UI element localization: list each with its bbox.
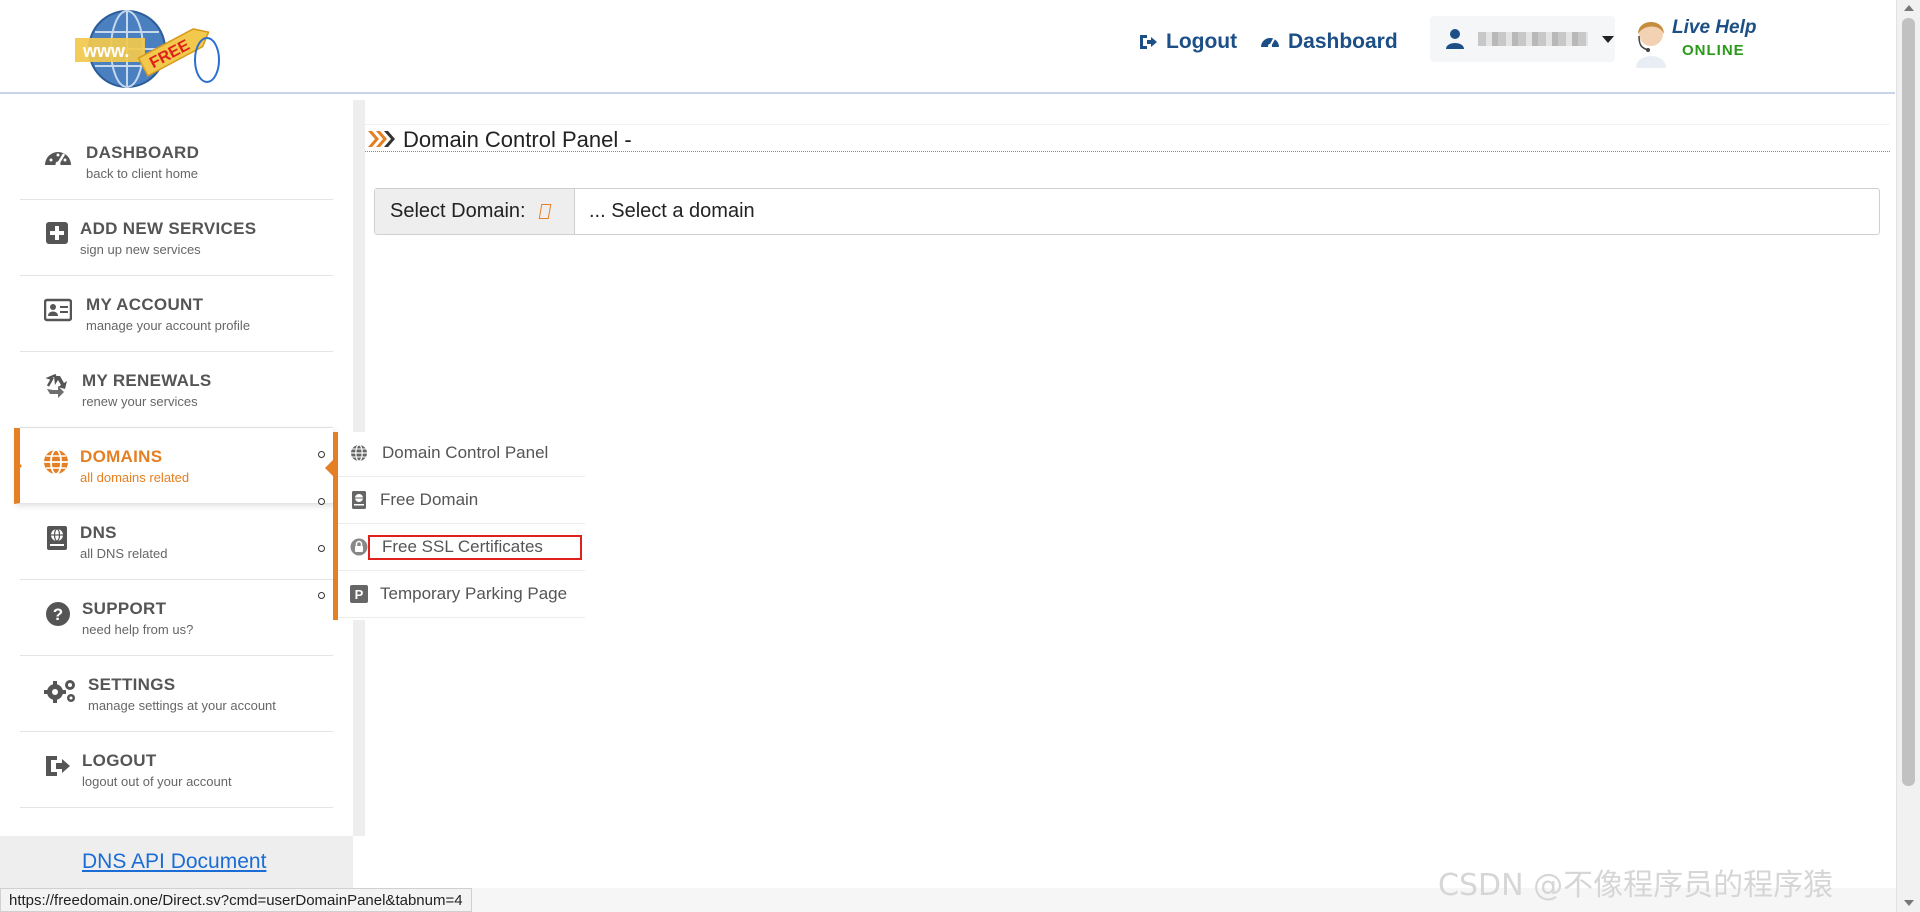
- dns-api-document-link[interactable]: DNS API Document: [82, 850, 266, 874]
- dashboard-label: Dashboard: [1288, 30, 1398, 53]
- scroll-down-arrow-icon[interactable]: [1904, 900, 1914, 906]
- watermark-text: CSDN @不像程序员的程序猿: [1438, 868, 1834, 903]
- user-name-redacted: [1478, 32, 1588, 46]
- flyout-item-label: Domain Control Panel: [382, 443, 549, 462]
- top-header: www. FREE Logout Dashboard Live Help ONL…: [0, 0, 1895, 94]
- page-title: Domain Control Panel -: [403, 127, 632, 152]
- dashboard-gauge-icon: [45, 152, 71, 167]
- sidebar-item-add-new-services[interactable]: ADD NEW SERVICES sign up new services: [20, 200, 333, 276]
- scroll-up-arrow-icon[interactable]: [1904, 5, 1914, 11]
- flyout-item-temporary-parking-page[interactable]: P Temporary Parking Page: [338, 571, 585, 618]
- gears-icon: [44, 680, 75, 703]
- chevron-down-icon: [1602, 35, 1614, 43]
- live-help-status: ONLINE: [1682, 42, 1745, 59]
- double-chevron-right-icon: [368, 131, 395, 147]
- logout-link[interactable]: Logout: [1138, 27, 1237, 57]
- globe-icon: [44, 449, 68, 475]
- tag-icon: [538, 204, 551, 219]
- sidebar-item-dns[interactable]: DNS all DNS related: [20, 504, 333, 580]
- select-domain-label-text: Select Domain:: [390, 200, 526, 222]
- domain-selector: Select Domain: ... Select a domain: [374, 188, 1880, 235]
- flyout-item-free-domain[interactable]: Free Domain: [338, 477, 585, 524]
- flyout-item-label: Free Domain: [380, 490, 479, 509]
- sidebar-item-title: ADD NEW SERVICES: [80, 219, 257, 238]
- dns-book-icon: [352, 491, 366, 509]
- logo-www-text: www.: [82, 41, 129, 61]
- logout-label: Logout: [1166, 30, 1238, 53]
- sidebar-item-subtitle: back to client home: [86, 166, 199, 181]
- sidebar-item-title: DNS: [80, 523, 117, 542]
- bullet-icon: [318, 451, 325, 458]
- sign-out-icon: [46, 756, 70, 776]
- dns-book-icon: [47, 526, 67, 550]
- sidebar-item-subtitle: need help from us?: [82, 622, 194, 637]
- sidebar-item-subtitle: manage your account profile: [86, 318, 251, 333]
- bullet-icon: [318, 545, 325, 552]
- live-help-title: Live Help: [1672, 17, 1757, 38]
- svg-text:P: P: [355, 587, 364, 602]
- sidebar-item-my-account[interactable]: MY ACCOUNT manage your account profile: [20, 276, 333, 352]
- sidebar-item-subtitle: logout out of your account: [82, 774, 232, 789]
- user-menu[interactable]: [1430, 16, 1615, 62]
- domain-select-dropdown[interactable]: ... Select a domain: [575, 189, 1879, 234]
- sidebar-item-subtitle: renew your services: [82, 394, 198, 409]
- highlight-annotation-box: [368, 535, 582, 560]
- sidebar-item-title: SUPPORT: [82, 599, 167, 618]
- sidebar-item-settings[interactable]: SETTINGS manage settings at your account: [20, 656, 333, 732]
- panel-title-bar: Domain Control Panel -: [365, 124, 1890, 152]
- sidebar-item-subtitle: all domains related: [80, 470, 190, 485]
- bullet-icon: [318, 592, 325, 599]
- select-domain-label: Select Domain:: [375, 189, 575, 234]
- sidebar-item-title: MY ACCOUNT: [86, 295, 204, 314]
- sidebar-item-logout[interactable]: LOGOUT logout out of your account: [20, 732, 333, 808]
- sign-out-icon: [1140, 35, 1157, 49]
- flyout-item-domain-control-panel[interactable]: Domain Control Panel: [338, 430, 585, 477]
- dashboard-gauge-icon: [1261, 38, 1279, 48]
- question-circle-icon: ?: [46, 602, 70, 626]
- scrollbar-thumb[interactable]: [1902, 18, 1915, 786]
- sidebar-item-support[interactable]: ? SUPPORT need help from us?: [20, 580, 333, 656]
- sidebar-item-title: SETTINGS: [88, 675, 176, 694]
- recycle-icon: [45, 373, 67, 398]
- sidebar-item-dashboard[interactable]: DASHBOARD back to client home: [20, 124, 333, 200]
- user-icon: [1446, 29, 1464, 49]
- sidebar-item-subtitle: sign up new services: [80, 242, 201, 257]
- site-logo[interactable]: www. FREE: [75, 8, 225, 90]
- bullet-icon: [318, 498, 325, 505]
- flyout-item-label: Temporary Parking Page: [380, 584, 568, 603]
- sidebar-item-domains[interactable]: DOMAINS all domains related: [14, 428, 333, 504]
- browser-status-bar: https://freedomain.one/Direct.sv?cmd=use…: [0, 888, 472, 912]
- sidebar-item-title: MY RENEWALS: [82, 371, 212, 390]
- sidebar-item-my-renewals[interactable]: MY RENEWALS renew your services: [20, 352, 333, 428]
- lock-icon: [350, 538, 368, 556]
- flyout-pointer-arrow: [325, 460, 333, 476]
- sidebar-item-title: LOGOUT: [82, 751, 157, 770]
- live-help-widget[interactable]: Live Help ONLINE: [1630, 12, 1775, 68]
- sidebar-item-subtitle: all DNS related: [80, 546, 168, 561]
- sidebar-item-title: DASHBOARD: [86, 143, 200, 162]
- parking-icon: P: [350, 585, 368, 603]
- globe-icon: [351, 444, 367, 462]
- plus-square-icon: [46, 222, 68, 244]
- sidebar-item-title: DOMAINS: [80, 447, 163, 466]
- svg-text:?: ?: [53, 605, 63, 624]
- active-indicator-arrow: [14, 458, 22, 474]
- sidebar-item-subtitle: manage settings at your account: [88, 698, 276, 713]
- dashboard-link[interactable]: Dashboard: [1260, 27, 1398, 57]
- page-scrollbar[interactable]: [1896, 0, 1920, 912]
- id-card-icon: [44, 298, 72, 322]
- support-agent-icon: [1636, 22, 1666, 68]
